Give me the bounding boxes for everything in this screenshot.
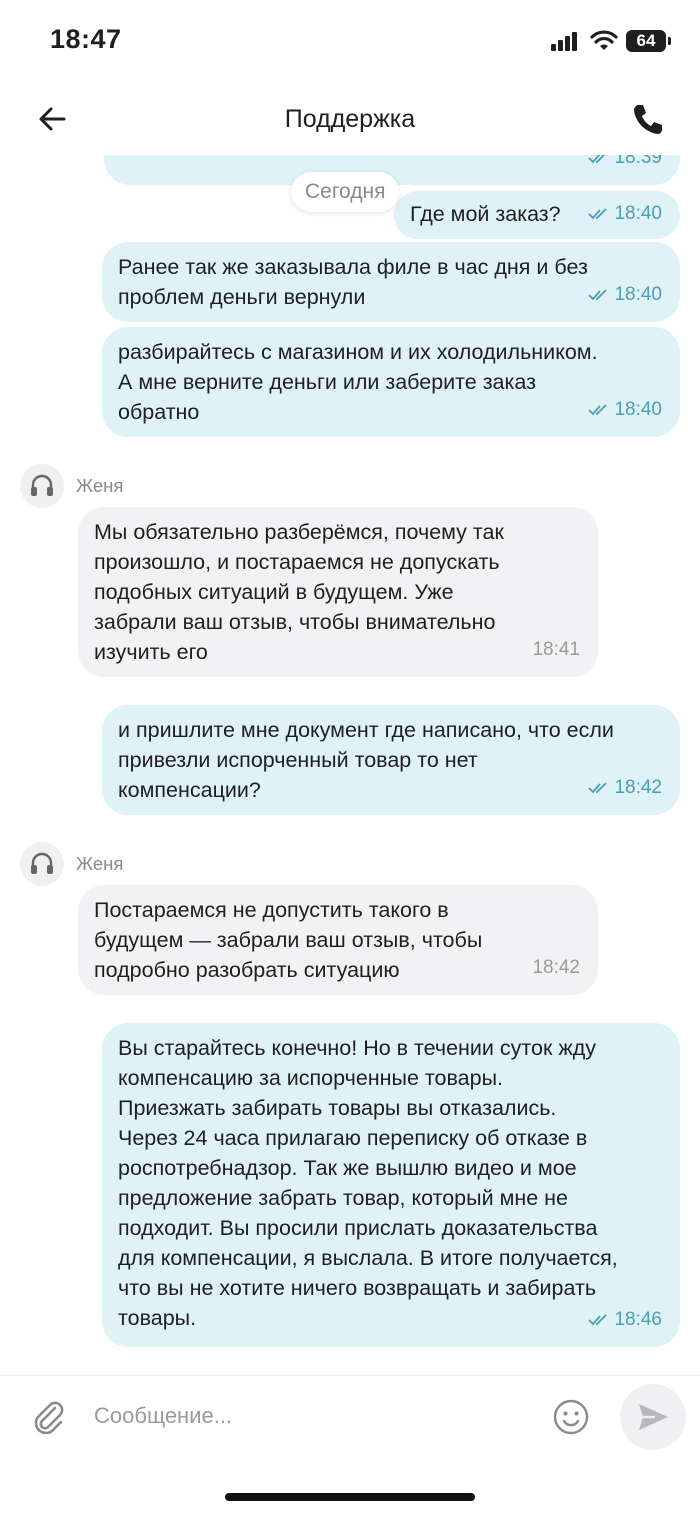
message-meta: 18:41	[532, 635, 580, 665]
message-incoming[interactable]: Постараемся не допустить такого в будуще…	[78, 885, 598, 995]
agent-header: Женя	[20, 464, 123, 508]
message-text: Мы обязательно разберёмся, почему так пр…	[94, 520, 504, 664]
message-meta: 18:40	[588, 395, 662, 425]
paperclip-icon	[34, 1401, 64, 1435]
wifi-icon	[590, 30, 618, 50]
message-time: 18:39	[614, 155, 662, 168]
chat-header: Поддержка	[0, 85, 700, 155]
date-divider: Сегодня	[291, 172, 400, 212]
message-text: Постараемся не допустить такого в будуще…	[94, 898, 483, 982]
message-meta: 18:40	[588, 280, 662, 310]
attach-button[interactable]	[28, 1396, 68, 1436]
message-meta: 18:40	[588, 199, 662, 229]
message-time: 18:40	[614, 284, 662, 305]
message-meta: 18:46	[588, 1305, 662, 1335]
message-time: 18:42	[614, 777, 662, 798]
headphones-icon	[31, 474, 53, 496]
avatar	[20, 464, 64, 508]
emoji-button[interactable]	[552, 1398, 590, 1436]
signal-icon	[551, 32, 577, 51]
message-time: 18:42	[532, 957, 580, 978]
double-check-icon	[588, 404, 608, 416]
smile-icon	[553, 1399, 589, 1435]
double-check-icon	[588, 1314, 608, 1326]
double-check-icon	[588, 208, 608, 220]
message-outgoing[interactable]: Где мой заказ? 18:40	[394, 191, 680, 239]
send-icon	[639, 1404, 668, 1430]
agent-name: Женя	[76, 853, 124, 874]
headphones-icon	[31, 852, 53, 874]
message-outgoing[interactable]: Вы старайтесь конечно! Но в течении суто…	[102, 1023, 680, 1347]
phone-icon	[634, 105, 662, 134]
message-time: 18:40	[614, 203, 662, 224]
message-meta: 18:42	[532, 953, 580, 983]
message-text: Ранее так же заказывала филе в час дня и…	[118, 255, 588, 309]
message-outgoing[interactable]: и пришлите мне документ где написано, чт…	[102, 705, 680, 815]
page-title: Поддержка	[284, 105, 416, 133]
agent-name: Женя	[76, 475, 124, 496]
message-text: разбирайтесь с магазином и их холодильни…	[118, 340, 598, 424]
status-time: 18:47	[50, 24, 122, 54]
call-button[interactable]	[628, 99, 668, 139]
message-meta: 18:42	[588, 773, 662, 803]
avatar	[20, 842, 64, 886]
double-check-icon	[588, 155, 606, 164]
message-time: 18:40	[614, 399, 662, 420]
battery-indicator: 64	[626, 30, 666, 52]
send-button[interactable]	[620, 1384, 686, 1450]
home-indicator	[225, 1493, 475, 1501]
message-incoming[interactable]: Мы обязательно разберёмся, почему так пр…	[78, 507, 598, 677]
double-check-icon	[588, 289, 608, 301]
status-bar: 18:47 64	[0, 0, 700, 80]
double-check-icon	[588, 782, 608, 794]
message-text: и пришлите мне документ где написано, чт…	[118, 718, 614, 802]
message-text: Вы старайтесь конечно! Но в течении суто…	[118, 1036, 618, 1330]
message-composer	[0, 1375, 700, 1457]
agent-header: Женя	[20, 842, 123, 886]
chat-messages[interactable]: 18:39 Сегодня Где мой заказ? 18:40 Ранее…	[0, 155, 700, 1375]
message-time: 18:41	[532, 639, 580, 660]
message-input[interactable]	[94, 1396, 534, 1436]
message-outgoing[interactable]: разбирайтесь с магазином и их холодильни…	[102, 327, 680, 437]
message-outgoing[interactable]: Ранее так же заказывала филе в час дня и…	[102, 242, 680, 322]
message-time: 18:46	[614, 1309, 662, 1330]
message-meta: 18:39	[588, 155, 662, 173]
battery-tip	[668, 37, 671, 45]
